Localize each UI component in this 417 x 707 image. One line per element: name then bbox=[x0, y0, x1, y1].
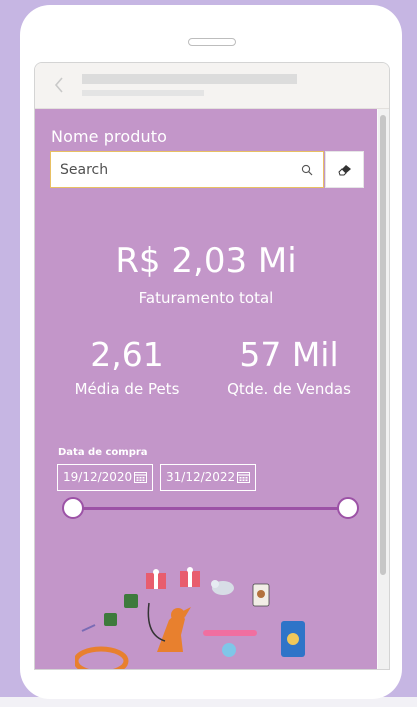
calendar-icon[interactable] bbox=[134, 471, 147, 483]
start-date-field[interactable]: 19/12/2020 bbox=[57, 464, 153, 491]
date-range-end-handle[interactable] bbox=[337, 497, 359, 519]
date-range-slider-track[interactable] bbox=[74, 507, 348, 510]
search-icon[interactable] bbox=[301, 164, 313, 176]
end-date-field[interactable]: 31/12/2022 bbox=[160, 464, 256, 491]
revenue-label: Faturamento total bbox=[138, 289, 274, 307]
clear-selection-button[interactable] bbox=[325, 151, 364, 188]
date-range-start-handle[interactable] bbox=[62, 497, 84, 519]
scrollbar-thumb[interactable] bbox=[380, 115, 386, 575]
subtitle-placeholder bbox=[82, 90, 204, 96]
phone-frame: Nome produto R$ 2,03 Mi Faturamento tota… bbox=[20, 5, 402, 699]
phone-screen: Nome produto R$ 2,03 Mi Faturamento tota… bbox=[34, 62, 390, 670]
average-pets-label: Média de Pets bbox=[74, 380, 180, 398]
revenue-value: R$ 2,03 Mi bbox=[115, 241, 297, 281]
report-canvas: Nome produto R$ 2,03 Mi Faturamento tota… bbox=[35, 109, 377, 669]
back-chevron-icon[interactable] bbox=[52, 75, 66, 95]
eraser-icon bbox=[338, 165, 351, 176]
sales-quantity-value: 57 Mil bbox=[239, 335, 339, 374]
vertical-scrollbar[interactable] bbox=[378, 109, 389, 669]
calendar-icon[interactable] bbox=[237, 471, 250, 483]
search-input[interactable] bbox=[51, 152, 291, 187]
pet-products-icon bbox=[75, 567, 305, 669]
phone-speaker bbox=[188, 38, 236, 46]
title-placeholder bbox=[82, 74, 297, 84]
app-header bbox=[35, 63, 389, 109]
average-pets-value: 2,61 bbox=[90, 335, 164, 374]
start-date-value: 19/12/2020 bbox=[63, 470, 133, 484]
sales-quantity-label: Qtde. de Vendas bbox=[227, 380, 351, 398]
product-search-box[interactable] bbox=[50, 151, 324, 188]
date-filter-title: Data de compra bbox=[58, 447, 148, 458]
end-date-value: 31/12/2022 bbox=[166, 470, 236, 484]
product-slicer-title: Nome produto bbox=[51, 127, 168, 146]
